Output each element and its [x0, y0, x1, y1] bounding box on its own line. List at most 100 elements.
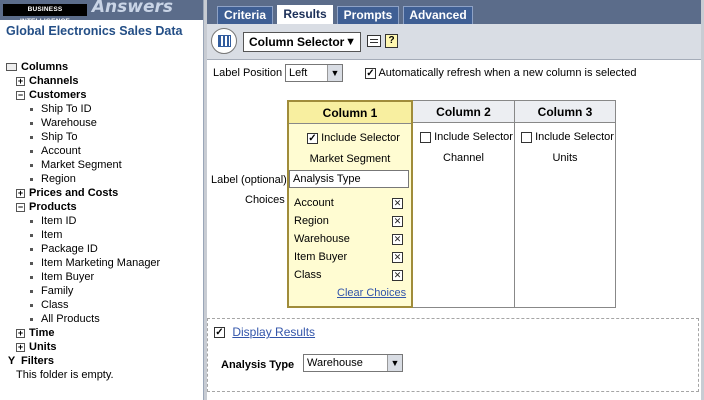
- analysis-type-value: Warehouse: [307, 357, 363, 369]
- tree-item[interactable]: Class: [30, 299, 69, 312]
- tree-item[interactable]: Item Marketing Manager: [30, 257, 160, 270]
- tree-item[interactable]: Package ID: [30, 243, 98, 256]
- tree-item[interactable]: Ship To ID: [30, 103, 92, 116]
- selector-label-input[interactable]: [289, 170, 409, 188]
- column-3-name: Units: [552, 152, 578, 164]
- tab-advanced[interactable]: Advanced: [403, 6, 473, 24]
- auto-refresh-option: ✓ Automatically refresh when a new colum…: [365, 67, 636, 79]
- choices-caption: Choices: [245, 194, 285, 206]
- label-position-select[interactable]: Left ▼: [285, 64, 343, 82]
- remove-choice-icon[interactable]: ✕: [392, 252, 403, 263]
- label-position-value: Left: [289, 67, 308, 79]
- column-2-include-checkbox[interactable]: [420, 131, 431, 143]
- column-2-include-label: Include Selector: [434, 131, 513, 143]
- properties-icon[interactable]: [367, 35, 381, 47]
- analysis-type-select[interactable]: Warehouse ▼: [303, 354, 403, 372]
- auto-refresh-label: Automatically refresh when a new column …: [378, 67, 637, 79]
- tree-item[interactable]: Warehouse: [30, 117, 97, 130]
- bullet-icon: [30, 247, 33, 251]
- remove-choice-icon[interactable]: ✕: [392, 270, 403, 281]
- tree-item[interactable]: Y Filters: [6, 355, 54, 368]
- tab-strip: Criteria Results Prompts Advanced: [207, 0, 704, 24]
- expand-icon[interactable]: +: [16, 188, 25, 198]
- tree-item-label: Package ID: [41, 243, 98, 255]
- columns-folder-icon: [6, 63, 17, 72]
- expand-icon[interactable]: +: [16, 76, 25, 86]
- tree-item[interactable]: Item Buyer: [30, 271, 94, 284]
- bullet-icon: [30, 261, 33, 265]
- tree-item[interactable]: Account: [30, 145, 81, 158]
- column-3-panel[interactable]: Column 3 Include Selector Units: [515, 101, 615, 307]
- tree-item-label: Customers: [29, 89, 87, 101]
- display-results-link[interactable]: Display Results: [232, 325, 315, 339]
- tab-prompts[interactable]: Prompts: [337, 6, 399, 24]
- bullet-icon: [30, 177, 33, 181]
- tree-item-label: Prices and Costs: [29, 187, 119, 199]
- column-2-header: Column 2: [413, 101, 514, 123]
- auto-refresh-checkbox[interactable]: ✓: [365, 67, 376, 79]
- tree-item-label: Filters: [21, 355, 55, 367]
- view-type-icon[interactable]: [211, 28, 237, 54]
- tab-results[interactable]: Results: [277, 5, 333, 24]
- tree-item-label: Item: [41, 229, 63, 241]
- bullet-icon: [30, 303, 33, 307]
- view-selector-dropdown[interactable]: Column Selector ▼: [243, 32, 361, 52]
- choice-label: Item Buyer: [294, 251, 348, 263]
- tree-item-label: Class: [41, 299, 69, 311]
- tree-item[interactable]: + Time: [16, 327, 54, 340]
- tree-item[interactable]: Ship To: [30, 131, 78, 144]
- remove-choice-icon[interactable]: ✕: [392, 198, 403, 209]
- bullet-icon: [30, 275, 33, 279]
- label-optional-caption: Label (optional): [211, 174, 287, 186]
- tab-criteria[interactable]: Criteria: [217, 6, 273, 24]
- brand-bar: BUSINESS INTELLIGENCE Answers: [0, 0, 203, 25]
- choice-label: Warehouse: [294, 233, 350, 245]
- tree-item-label: Channels: [29, 75, 79, 87]
- display-results-checkbox[interactable]: ✓: [214, 327, 225, 339]
- tree-item-label: Family: [41, 285, 74, 297]
- tree-item[interactable]: Family: [30, 285, 73, 298]
- chevron-down-icon: ▼: [387, 355, 402, 371]
- remove-choice-icon[interactable]: ✕: [392, 216, 403, 227]
- collapse-icon[interactable]: −: [16, 90, 25, 100]
- column-1-include: ✓ Include Selector: [307, 132, 400, 144]
- tree-item[interactable]: − Customers: [16, 89, 86, 102]
- tree-item[interactable]: Item: [30, 229, 62, 242]
- tree-item[interactable]: Region: [30, 173, 76, 186]
- results-toolbar: Column Selector ▼ ?: [207, 24, 704, 60]
- column-2-panel[interactable]: Column 2 Include Selector Channel: [413, 101, 515, 307]
- remove-choice-icon[interactable]: ✕: [392, 234, 403, 245]
- tree-item[interactable]: − Products: [16, 201, 77, 214]
- tree-item-label: Columns: [21, 61, 69, 73]
- bullet-icon: [30, 289, 33, 293]
- column-3-include-checkbox[interactable]: [521, 131, 532, 143]
- tree-item[interactable]: + Channels: [16, 75, 79, 88]
- tree-item-label: Units: [29, 341, 57, 353]
- tree-item[interactable]: Market Segment: [30, 159, 122, 172]
- display-results-section: ✓ Display Results Analysis Type Warehous…: [207, 318, 699, 392]
- bullet-icon: [30, 163, 33, 167]
- column-selector-grid: Column 1 ✓ Include Selector Market Segme…: [287, 100, 616, 308]
- chevron-down-icon: ▼: [345, 36, 356, 48]
- help-icon[interactable]: ?: [385, 34, 398, 48]
- collapse-icon[interactable]: −: [16, 202, 25, 212]
- tree-item-label: Item Buyer: [41, 271, 95, 283]
- tree-item-label: Region: [41, 173, 76, 185]
- bullet-icon: [30, 317, 33, 321]
- bullet-icon: [30, 233, 33, 237]
- tree-item[interactable]: + Units: [16, 341, 57, 354]
- tree-item[interactable]: All Products: [30, 313, 100, 326]
- selection-pane: BUSINESS INTELLIGENCE Answers Global Ele…: [0, 0, 204, 400]
- tree-item[interactable]: Item ID: [30, 215, 76, 228]
- choice-label: Class: [294, 269, 322, 281]
- filter-icon: Y: [7, 355, 16, 367]
- tree-item-label: Item Marketing Manager: [41, 257, 161, 269]
- tree-item[interactable]: + Prices and Costs: [16, 187, 118, 200]
- tree-item-label: All Products: [41, 313, 100, 325]
- tree-item-label: Ship To: [41, 131, 78, 143]
- column-1-include-checkbox[interactable]: ✓: [307, 132, 318, 144]
- expand-icon[interactable]: +: [16, 328, 25, 338]
- clear-choices-link[interactable]: Clear Choices: [337, 287, 406, 299]
- tree-item[interactable]: Columns: [6, 61, 68, 74]
- expand-icon[interactable]: +: [16, 342, 25, 352]
